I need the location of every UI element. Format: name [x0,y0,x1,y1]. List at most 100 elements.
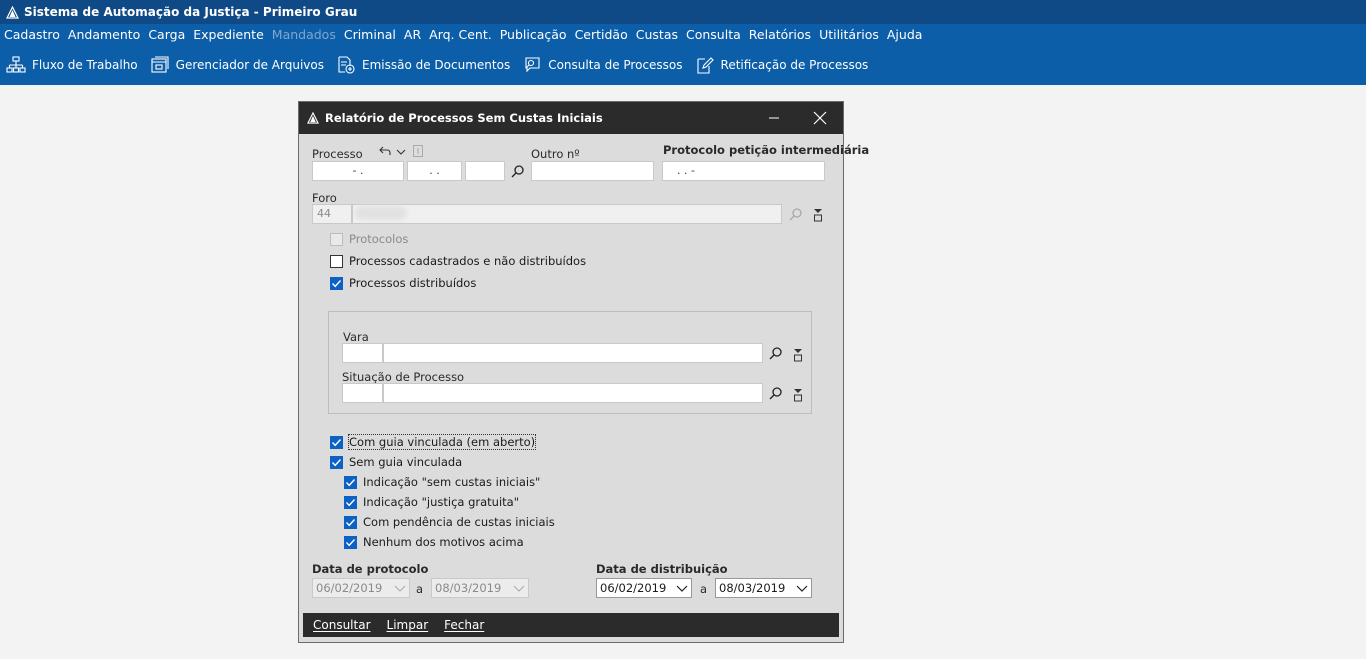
sem-guia-checkbox[interactable]: Sem guia vinculada [330,455,462,469]
pendencia-custas-checkbox[interactable]: Com pendência de custas iniciais [344,515,555,529]
processos-cadastrados-checkbox[interactable]: Processos cadastrados e não distribuídos [330,254,586,268]
dialog-footer: Consultar Limpar Fechar [303,613,839,637]
foro-name-redacted [355,206,407,220]
data-distribuicao-to-picker[interactable]: 08/03/2019 [715,578,812,598]
limpar-button[interactable]: Limpar [387,618,429,632]
toolbar-emissao-label: Emissão de Documentos [362,58,511,72]
chevron-down-icon[interactable] [396,146,406,160]
vara-search-icon[interactable] [769,346,783,363]
undo-arrow-icon[interactable] [379,145,391,160]
foro-search-icon [789,207,803,224]
checkmark-icon [345,538,356,546]
data-protocolo-label: Data de protocolo [312,562,429,576]
checkmark-icon [345,498,356,506]
close-icon [813,111,827,125]
processo-number-input[interactable]: - . [312,161,404,181]
checkmark-icon [331,279,342,287]
date-range-separator: a [700,582,708,596]
toolbar-consulta-label: Consulta de Processos [548,58,683,72]
data-protocolo-from-picker[interactable]: 06/02/2019 [312,578,410,598]
checkmark-icon [331,458,342,466]
menu-consulta[interactable]: Consulta [682,27,745,42]
toolbar-emissao-documentos-button[interactable]: Emissão de Documentos [330,52,516,78]
data-distribuicao-from-picker[interactable]: 06/02/2019 [596,578,692,598]
menu-arq-cent[interactable]: Arq. Cent. [425,27,496,42]
chevron-down-icon [513,585,525,592]
justica-gratuita-checkbox[interactable]: Indicação "justiça gratuita" [344,495,519,509]
menu-custas[interactable]: Custas [632,27,682,42]
toolbar-fluxo-trabalho-button[interactable]: Fluxo de Trabalho [0,52,144,78]
processo-year-input[interactable]: . . [407,161,462,181]
edit-document-icon [696,57,714,74]
main-toolbar: Fluxo de Trabalho Gerenciador de Arquivo… [0,45,1366,85]
menu-expediente[interactable]: Expediente [189,27,268,42]
outro-numero-label: Outro nº [531,147,580,161]
processo-label: Processo [312,147,363,161]
flowchart-icon [6,56,26,73]
processos-distribuidos-checkbox[interactable]: Processos distribuídos [330,276,476,290]
chevron-down-icon [394,585,406,592]
protocolos-checkbox[interactable]: Protocolos [330,232,408,246]
toolbar-gerenciador-label: Gerenciador de Arquivos [175,58,324,72]
menu-andamento[interactable]: Andamento [64,27,144,42]
nenhum-motivo-checkbox[interactable]: Nenhum dos motivos acima [344,535,524,549]
processo-foro-input[interactable] [465,161,505,181]
info-icon [413,145,423,160]
saj-logo-icon [307,112,319,124]
menu-utilitarios[interactable]: Utilitários [815,27,883,42]
com-guia-checkbox[interactable]: Com guia vinculada (em aberto) [330,434,537,450]
report-dialog: Relatório de Processos Sem Custas Inicia… [298,101,869,643]
saj-logo-icon [6,5,19,19]
foro-label: Foro [312,191,337,205]
foro-dropdown-icon[interactable] [812,208,824,225]
menu-publicacao[interactable]: Publicação [496,27,571,42]
close-button[interactable] [797,102,843,134]
toolbar-gerenciador-arquivos-button[interactable]: Gerenciador de Arquivos [144,52,330,78]
toolbar-retificacao-processos-button[interactable]: Retificação de Processos [689,52,875,78]
chevron-down-icon [796,585,808,592]
menu-cadastro[interactable]: Cadastro [0,27,64,42]
vara-dropdown-icon[interactable] [792,348,804,365]
checkmark-icon [345,518,356,526]
consultar-button[interactable]: Consultar [313,618,371,632]
situacao-search-icon[interactable] [769,386,783,403]
menu-certidao[interactable]: Certidão [571,27,632,42]
minimize-button[interactable] [751,102,797,134]
foro-code-input[interactable]: 44 [312,204,352,224]
protocolo-peticao-label: Protocolo petição intermediária [663,143,870,157]
chevron-down-icon [676,585,688,592]
foro-name-input[interactable] [352,204,782,224]
app-titlebar: Sistema de Automação da Justiça - Primei… [0,0,1366,24]
protocolo-peticao-input[interactable]: . . - [662,161,825,181]
situacao-label: Situação de Processo [342,370,465,384]
sem-custas-iniciais-checkbox[interactable]: Indicação "sem custas iniciais" [344,475,540,489]
search-icon[interactable] [511,164,525,181]
minimize-icon [769,117,779,119]
toolbar-fluxo-label: Fluxo de Trabalho [32,58,138,72]
fechar-button[interactable]: Fechar [444,618,484,632]
app-title: Sistema de Automação da Justiça - Primei… [24,5,358,19]
vara-code-input[interactable] [342,343,383,363]
menu-relatorios[interactable]: Relatórios [745,27,815,42]
vara-name-input[interactable] [383,343,763,363]
dialog-title: Relatório de Processos Sem Custas Inicia… [325,111,603,125]
menu-ar[interactable]: AR [400,27,425,42]
checkmark-icon [345,478,356,486]
menu-carga[interactable]: Carga [144,27,189,42]
toolbar-retificacao-label: Retificação de Processos [720,58,869,72]
menu-ajuda[interactable]: Ajuda [883,27,927,42]
menu-criminal[interactable]: Criminal [340,27,400,42]
menu-bar: Cadastro Andamento Carga Expediente Mand… [0,24,1366,45]
situacao-code-input[interactable] [342,383,383,403]
outro-numero-input[interactable] [531,161,654,181]
document-add-icon [338,56,355,74]
toolbar-consulta-processos-button[interactable]: Consulta de Processos [516,52,688,78]
search-chat-icon [525,57,540,73]
file-manager-icon [151,56,169,73]
situacao-dropdown-icon[interactable] [792,388,804,405]
data-protocolo-to-picker[interactable]: 08/03/2019 [431,578,529,598]
situacao-name-input[interactable] [383,383,763,403]
date-range-separator: a [416,582,424,596]
vara-label: Vara [343,330,369,344]
data-distribuicao-label: Data de distribuição [596,562,728,576]
